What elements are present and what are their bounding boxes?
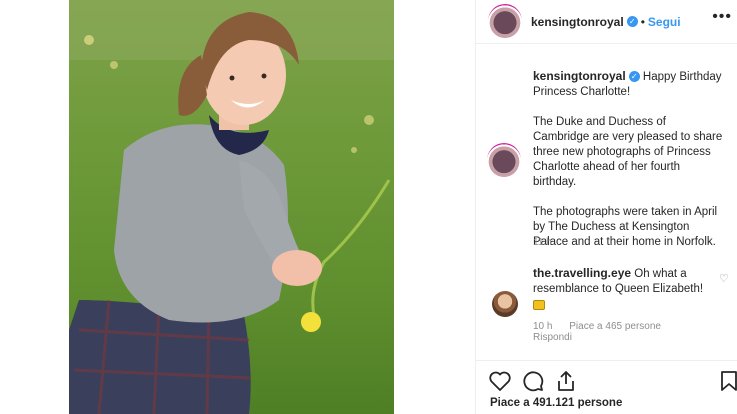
comment-icon[interactable] [521,369,545,393]
caption-avatar[interactable] [487,143,521,177]
post-header: kensingtonroyal ✓ • Segui ••• [476,0,737,44]
caption-paragraph-3: The photographs were taken in April by T… [533,206,718,248]
comment-text: the.travelling.eye Oh what a resemblance… [533,266,708,315]
caption-paragraph-2: The Duke and Duchess of Cambridge are ve… [533,116,723,188]
comment-likes[interactable]: Piace a 465 persone [569,321,661,332]
commenter-username[interactable]: the.travelling.eye [533,266,631,280]
caption-timestamp[interactable]: 11 h [533,237,552,248]
account-avatar[interactable] [488,4,522,38]
header-user-line: kensingtonroyal ✓ • Segui [531,13,681,31]
comment-heart-icon[interactable]: ♡ [719,272,729,285]
comment-time[interactable]: 10 h [533,321,552,332]
share-icon[interactable] [554,369,578,393]
post-photo[interactable] [69,0,394,414]
separator-dot: • [640,15,645,29]
emoji-icon [533,300,545,310]
photo-illustration [69,0,394,414]
header-username[interactable]: kensingtonroyal [531,15,624,29]
heart-icon[interactable] [488,369,512,393]
comment-meta: 10 h Piace a 465 persone [533,321,675,332]
verified-badge-icon: ✓ [628,71,640,83]
instagram-post-view: kensingtonroyal ✓ • Segui ••• kensingtonroy… [0,0,737,414]
likes-count[interactable]: Piace a 491.121 persone [490,397,622,409]
bookmark-icon[interactable] [717,369,737,393]
post-caption: kensingtonroyal ✓ Happy Birthday Princess… [533,69,723,265]
verified-badge-icon: ✓ [626,16,638,28]
reply-button[interactable]: Rispondi [533,332,572,343]
follow-button[interactable]: Segui [648,15,681,29]
caption-username[interactable]: kensingtonroyal [533,69,626,83]
post-side-panel: kensingtonroyal ✓ • Segui ••• kensingtonroy… [475,0,737,414]
commenter-avatar[interactable] [492,291,518,317]
more-options-icon[interactable]: ••• [712,8,732,26]
